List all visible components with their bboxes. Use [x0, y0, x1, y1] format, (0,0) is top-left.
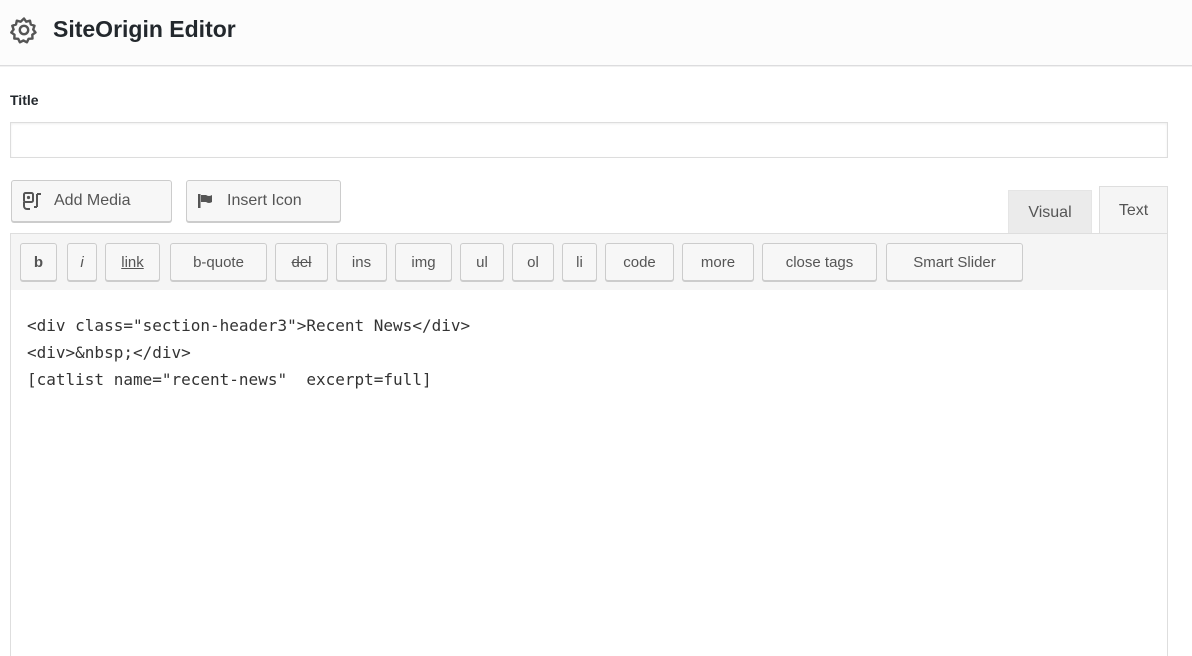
qt-img-button[interactable]: img: [395, 243, 452, 281]
qt-blockquote-button[interactable]: b-quote: [170, 243, 267, 281]
add-media-icon: [22, 190, 44, 212]
qt-bold-button[interactable]: b: [20, 243, 57, 281]
editor-line: <div class="section-header3">Recent News…: [27, 316, 471, 335]
flag-icon: [197, 192, 217, 210]
qt-link-button[interactable]: link: [105, 243, 160, 281]
add-media-label: Add Media: [54, 192, 131, 209]
editor-line: [catlist name="recent-news" excerpt=full…: [27, 370, 432, 389]
qt-code-button[interactable]: code: [605, 243, 674, 281]
gear-icon: [10, 16, 38, 44]
insert-icon-label: Insert Icon: [227, 192, 302, 209]
tab-visual[interactable]: Visual: [1008, 190, 1092, 234]
title-label: Title: [10, 92, 39, 108]
editor-line: <div>&nbsp;</div>: [27, 343, 191, 362]
title-input[interactable]: [10, 122, 1168, 158]
editor-header: SiteOrigin Editor: [0, 0, 1192, 66]
qt-ol-button[interactable]: ol: [512, 243, 554, 281]
qt-del-button[interactable]: del: [275, 243, 328, 281]
qt-li-button[interactable]: li: [562, 243, 597, 281]
tab-text[interactable]: Text: [1099, 186, 1168, 234]
qt-italic-button[interactable]: i: [67, 243, 97, 281]
add-media-button[interactable]: Add Media: [11, 180, 172, 222]
qt-close-tags-button[interactable]: close tags: [762, 243, 877, 281]
text-editor[interactable]: <div class="section-header3">Recent News…: [10, 290, 1168, 656]
qt-ul-button[interactable]: ul: [460, 243, 504, 281]
insert-icon-button[interactable]: Insert Icon: [186, 180, 341, 222]
qt-more-button[interactable]: more: [682, 243, 754, 281]
qt-ins-button[interactable]: ins: [336, 243, 387, 281]
qt-smart-slider-button[interactable]: Smart Slider: [886, 243, 1023, 281]
page-title: SiteOrigin Editor: [53, 16, 236, 42]
